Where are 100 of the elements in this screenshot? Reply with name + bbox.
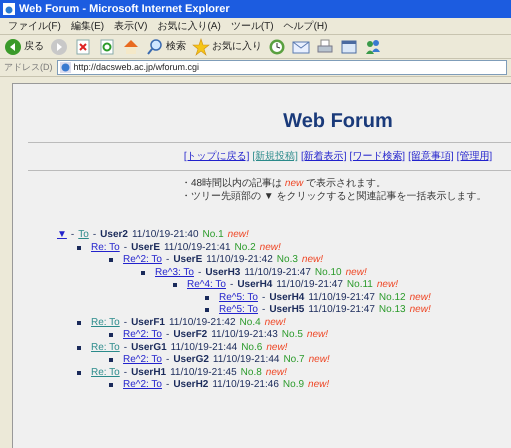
post-author: UserH3 xyxy=(205,266,240,279)
note-text: ・48時間以内の記事は new で表示されます。 xyxy=(181,177,388,190)
post-author: UserH4 xyxy=(269,292,304,304)
post-date: 11/10/19-21:45 xyxy=(170,366,237,379)
people-icon[interactable] xyxy=(364,38,382,56)
post-number: No.4 xyxy=(240,316,261,329)
bullet-icon xyxy=(77,246,81,250)
bullet-icon xyxy=(205,296,209,300)
post-author: UserF1 xyxy=(131,316,165,329)
post-subject-link[interactable]: Re: To xyxy=(91,366,120,379)
bullet-icon xyxy=(77,370,81,375)
nav-link[interactable]: [留意事項] xyxy=(408,149,454,164)
post-subject-link[interactable]: Re: To xyxy=(91,242,120,254)
post-number: No.5 xyxy=(282,329,303,342)
post-number: No.1 xyxy=(202,229,224,242)
nav-link[interactable]: [トップに戻る] xyxy=(184,149,250,164)
home-icon[interactable] xyxy=(122,38,140,56)
post-number: No.2 xyxy=(234,242,256,254)
document-icon[interactable] xyxy=(340,38,358,56)
bullet-icon xyxy=(109,383,113,388)
post-date: 11/10/19-21:42 xyxy=(206,254,273,266)
post-author: User2 xyxy=(100,229,128,242)
post-date: 11/10/19-21:46 xyxy=(212,379,279,392)
star-icon[interactable] xyxy=(192,38,210,56)
new-label: new! xyxy=(228,229,249,242)
post-subject-link[interactable]: Re^2: To xyxy=(123,329,162,342)
bullet-icon xyxy=(109,333,113,338)
separator: - xyxy=(230,279,234,292)
new-label: new! xyxy=(410,304,431,316)
menu-item[interactable]: ヘルプ(H) xyxy=(284,18,328,34)
printer-icon[interactable] xyxy=(316,38,334,56)
page-title: Web Forum xyxy=(283,109,393,134)
post-subject-link[interactable]: Re^4: To xyxy=(187,279,226,292)
bullet-icon xyxy=(77,346,81,350)
toolbar-button[interactable]: 戻る xyxy=(4,38,44,56)
post-date: 11/10/19-21:42 xyxy=(168,316,236,329)
post-date: 11/10/19-21:43 xyxy=(211,329,278,342)
post-date: 11/10/19-21:40 xyxy=(132,229,199,242)
bullet-icon xyxy=(141,270,145,275)
post-number: No.3 xyxy=(276,254,298,266)
post-number: No.13 xyxy=(378,304,406,316)
bullet-icon xyxy=(77,320,81,325)
toolbar-button[interactable]: 検索 xyxy=(146,38,186,56)
post-subject-link[interactable]: Re^2: To xyxy=(123,254,162,266)
stop-icon[interactable] xyxy=(74,38,92,56)
new-label: new! xyxy=(308,379,330,392)
post-number: No.11 xyxy=(346,279,373,292)
search-icon[interactable] xyxy=(146,38,164,56)
bullet-icon xyxy=(109,358,113,362)
separator: - xyxy=(92,229,96,242)
post-subject-link[interactable]: Re^5: To xyxy=(219,292,258,304)
post-author: UserG2 xyxy=(173,354,209,366)
post-subject-link[interactable]: Re: To xyxy=(91,342,120,354)
separator: - xyxy=(124,342,128,354)
post-date: 11/10/19-21:47 xyxy=(308,304,375,316)
post-subject-link[interactable]: To xyxy=(78,229,89,242)
post-number: No.8 xyxy=(240,366,262,379)
menu-item[interactable]: 編集(E) xyxy=(70,18,104,34)
post-number: No.9 xyxy=(282,379,304,392)
post-author: UserH4 xyxy=(237,279,272,292)
new-label: new! xyxy=(302,254,324,266)
separator: - xyxy=(166,354,170,366)
expand-link[interactable]: ▼ xyxy=(57,229,67,242)
new-label: new! xyxy=(410,292,431,304)
menu-item[interactable]: ファイル(F) xyxy=(8,18,61,34)
nav-link[interactable]: [新着表示] xyxy=(300,149,346,164)
clock-icon[interactable] xyxy=(268,38,286,56)
page-icon xyxy=(60,62,70,73)
new-label: new! xyxy=(260,242,281,254)
address-field[interactable]: http://dacsweb.ac.jp/wforum.cgi xyxy=(56,60,507,75)
separator: - xyxy=(166,329,170,342)
post-subject-link[interactable]: Re: To xyxy=(91,316,120,329)
nav-link[interactable]: [ワード検索] xyxy=(350,149,406,164)
post-date: 11/10/19-21:47 xyxy=(244,266,311,279)
menu-item[interactable]: ツール(T) xyxy=(230,18,274,34)
post-number: No.7 xyxy=(283,354,305,366)
bullet-icon xyxy=(205,308,209,312)
refresh-icon[interactable] xyxy=(98,38,116,56)
post-author: UserF2 xyxy=(173,329,208,342)
post-subject-link[interactable]: Re^5: To xyxy=(219,304,258,316)
nav-link[interactable]: [管理用] xyxy=(456,149,492,164)
new-label: new! xyxy=(376,279,398,292)
separator: - xyxy=(124,242,128,254)
post-number: No.10 xyxy=(314,266,342,279)
toolbar-button[interactable]: お気に入り xyxy=(192,38,262,56)
nav-link[interactable]: [新規投稿] xyxy=(252,149,298,164)
post-author: UserH2 xyxy=(173,379,208,392)
new-label: new! xyxy=(266,366,287,379)
menu-item[interactable]: お気に入り(A) xyxy=(157,18,221,34)
window-title: Web Forum - Microsoft Internet Explorer xyxy=(19,2,230,17)
post-date: 11/10/19-21:44 xyxy=(212,354,280,366)
separator: - xyxy=(124,366,128,379)
separator: - xyxy=(166,379,170,392)
post-subject-link[interactable]: Re^2: To xyxy=(123,354,162,366)
post-author: UserH1 xyxy=(131,366,166,379)
menu-item[interactable]: 表示(V) xyxy=(114,18,148,34)
post-subject-link[interactable]: Re^2: To xyxy=(123,379,162,392)
bullet-icon xyxy=(173,283,177,288)
post-subject-link[interactable]: Re^3: To xyxy=(155,266,194,279)
post-author: UserE xyxy=(131,242,160,254)
